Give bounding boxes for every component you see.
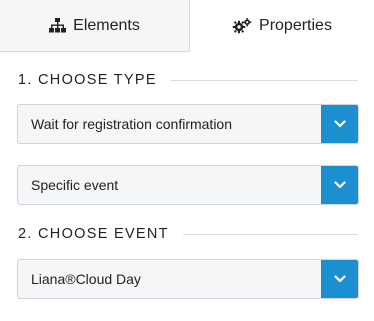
chevron-down-icon	[334, 181, 346, 189]
section-title-text: 2. CHOOSE EVENT	[18, 226, 169, 242]
tab-elements-label: Elements	[73, 16, 140, 34]
type-select-toggle[interactable]	[321, 105, 358, 143]
tab-properties[interactable]: Properties	[190, 0, 374, 52]
panel-tabs: Elements Properties	[0, 0, 374, 52]
event-select-toggle[interactable]	[321, 260, 358, 298]
section-title-text: 1. CHOOSE TYPE	[18, 72, 157, 88]
event-mode-select-toggle[interactable]	[321, 166, 358, 204]
section-title-choose-event: 2. CHOOSE EVENT	[18, 226, 358, 242]
tab-properties-label: Properties	[259, 17, 332, 34]
event-mode-select-value: Specific event	[31, 177, 119, 193]
section-title-choose-type: 1. CHOOSE TYPE	[18, 72, 358, 88]
sitemap-icon	[49, 18, 67, 33]
tab-elements[interactable]: Elements	[0, 0, 190, 52]
chevron-down-icon	[334, 120, 346, 128]
type-select-value: Wait for registration confirmation	[31, 116, 232, 132]
chevron-down-icon	[334, 275, 346, 283]
event-select-value: Liana®Cloud Day	[31, 271, 141, 287]
type-select[interactable]: Wait for registration confirmation	[17, 104, 359, 144]
gears-icon	[232, 18, 252, 34]
section-divider	[170, 79, 358, 81]
event-select[interactable]: Liana®Cloud Day	[17, 259, 359, 299]
section-divider	[182, 233, 358, 235]
event-mode-select[interactable]: Specific event	[17, 165, 359, 205]
